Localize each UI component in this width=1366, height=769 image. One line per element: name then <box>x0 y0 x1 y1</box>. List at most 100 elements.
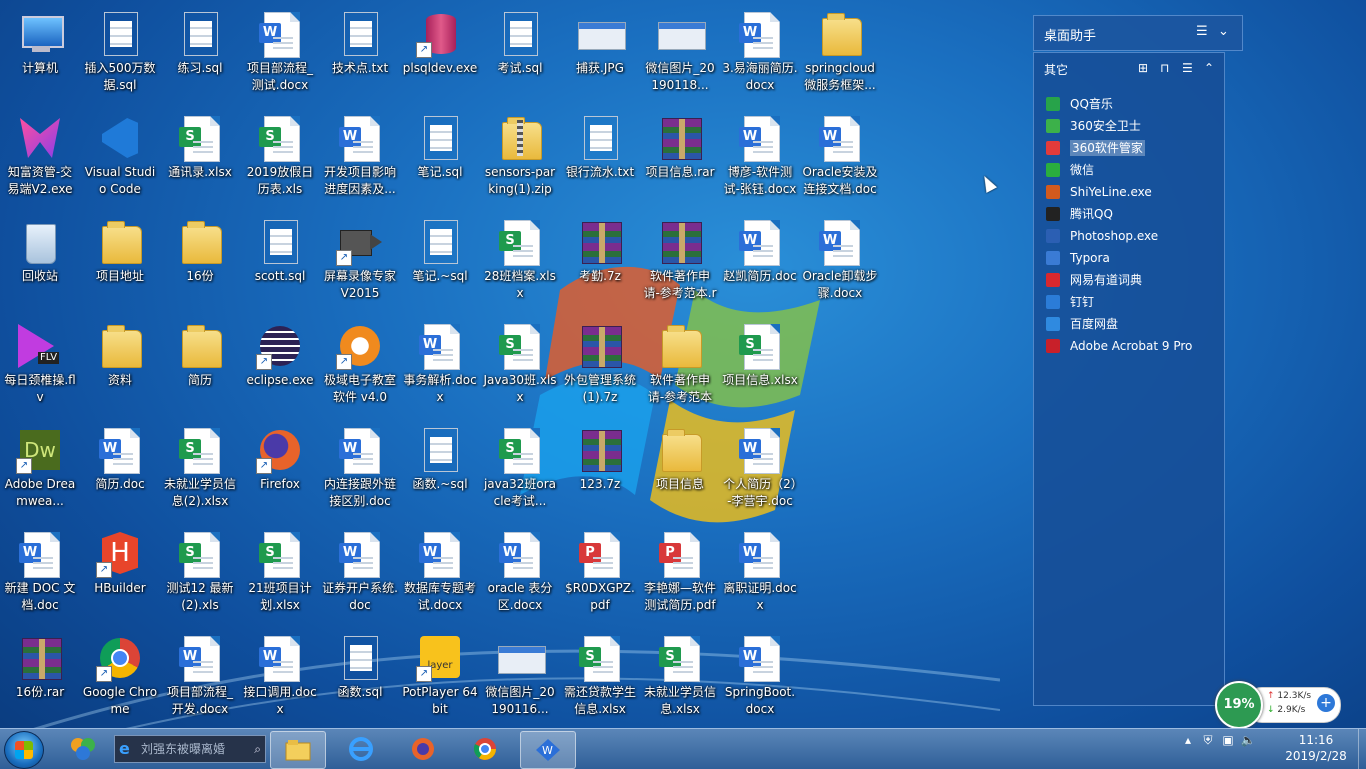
desktop-icon[interactable]: 软件著作申请-参考范本 <box>640 316 720 416</box>
chevron-down-icon[interactable]: ⌄ <box>1218 24 1229 39</box>
app-shortcut-item[interactable]: ShiYeLine.exe <box>1042 181 1218 203</box>
app-shortcut-item[interactable]: 腾讯QQ <box>1042 203 1218 225</box>
desktop-icon[interactable]: 函数.sql <box>320 628 400 728</box>
desktop-icon[interactable]: Visual Studio Code <box>80 108 160 208</box>
desktop-icon[interactable]: S 28班档案.xlsx <box>480 212 560 312</box>
app-shortcut-item[interactable]: 网易有道词典 <box>1042 269 1218 291</box>
desktop-icon[interactable]: 16份.rar <box>0 628 80 728</box>
app-shortcut-item[interactable]: QQ音乐 <box>1042 93 1218 115</box>
app-shortcut-item[interactable]: 微信 <box>1042 159 1218 181</box>
desktop-icon[interactable]: S 项目信息.xlsx <box>720 316 800 416</box>
desktop-icon[interactable]: 项目信息 <box>640 420 720 520</box>
desktop-icon[interactable]: W 内连接跟外链接区别.doc <box>320 420 400 520</box>
desktop-icon[interactable]: 考勤.7z <box>560 212 640 312</box>
desktop-icon[interactable]: 回收站 <box>0 212 80 312</box>
desktop-icon[interactable]: 技术点.txt <box>320 4 400 104</box>
desktop-icon[interactable]: P $R0DXGPZ.pdf <box>560 524 640 624</box>
start-button[interactable] <box>4 731 44 769</box>
app-shortcut-item[interactable]: Photoshop.exe <box>1042 225 1218 247</box>
desktop-icon[interactable]: W 新建 DOC 文档.doc <box>0 524 80 624</box>
desktop-icon[interactable]: 简历 <box>160 316 240 416</box>
desktop-icon[interactable]: 考试.sql <box>480 4 560 104</box>
app-shortcut-item[interactable]: Adobe Acrobat 9 Pro <box>1042 335 1218 357</box>
desktop-icon[interactable]: W Oracle安装及连接文档.doc <box>800 108 880 208</box>
show-hidden-icons[interactable]: ▴ <box>1178 733 1198 747</box>
desktop-icon[interactable]: W 证券开户系统.doc <box>320 524 400 624</box>
desktop-icon[interactable]: 插入500万数据.sql <box>80 4 160 104</box>
search-box[interactable]: e 刘强东被曝离婚 ⌕ <box>114 735 266 763</box>
show-desktop-button[interactable] <box>1358 729 1366 769</box>
desktop-icon[interactable]: Woracle 表分区.docx <box>480 524 560 624</box>
memory-usage-badge[interactable]: 19% <box>1215 681 1263 729</box>
network-speed-meter[interactable]: 19% ↑ 12.3K/s ↓ 2.9K/s + <box>1215 681 1341 729</box>
desktop-icon[interactable]: W 博彦-软件测试-张钰.docx <box>720 108 800 208</box>
desktop-icon[interactable]: S Java30班.xlsx <box>480 316 560 416</box>
desktop-icon[interactable]: S 需还贷款学生信息.xlsx <box>560 628 640 728</box>
desktop-icon[interactable]: W 赵凯简历.doc <box>720 212 800 312</box>
desktop-icon[interactable]: 外包管理系统(1).7z <box>560 316 640 416</box>
desktop-icon[interactable]: Sjava32班oracle考试... <box>480 420 560 520</box>
desktop-icon[interactable]: S 测试12 最新(2).xls <box>160 524 240 624</box>
desktop-icon[interactable]: 资料 <box>80 316 160 416</box>
desktop-icon[interactable]: ↗ Google Chrome <box>80 628 160 728</box>
desktop-icon[interactable]: ↗ plsqldev.exe <box>400 4 480 104</box>
desktop-icon[interactable]: ↗ Firefox <box>240 420 320 520</box>
desktop-icon[interactable]: 项目地址 <box>80 212 160 312</box>
app-shortcut-item[interactable]: 360软件管家 <box>1042 137 1218 159</box>
app-shortcut-item[interactable]: 百度网盘 <box>1042 313 1218 335</box>
desktop-icon[interactable]: W 数据库专题考试.docx <box>400 524 480 624</box>
desktop-icon[interactable]: P 李艳娜—软件测试简历.pdf <box>640 524 720 624</box>
shield-icon[interactable]: ⛨ <box>1198 733 1218 748</box>
desktop-icon[interactable]: scott.sql <box>240 212 320 312</box>
desktop-icon[interactable]: S 21班项目计划.xlsx <box>240 524 320 624</box>
desktop-icon[interactable]: 捕获.JPG <box>560 4 640 104</box>
desktop-icon[interactable]: W 接口调用.docx <box>240 628 320 728</box>
desktop-icon[interactable]: W 开发项目影响进度因素及... <box>320 108 400 208</box>
desktop-icon[interactable]: FLV 每日颈椎操.flv <box>0 316 80 416</box>
desktop-icon[interactable]: springcloud微服务框架... <box>800 4 880 104</box>
desktop-icon[interactable]: H ↗ HBuilder <box>80 524 160 624</box>
desktop-icon[interactable]: 123.7z <box>560 420 640 520</box>
app-shortcut-item[interactable]: Typora <box>1042 247 1218 269</box>
desktop-icon[interactable]: W 离职证明.docx <box>720 524 800 624</box>
clock[interactable]: 11:16 2019/2/28 <box>1276 732 1356 764</box>
volume-icon[interactable]: 🔈 <box>1238 733 1258 747</box>
taskbar-chrome-button[interactable] <box>458 731 512 767</box>
lock-icon[interactable]: ⊓ <box>1160 61 1169 75</box>
desktop-icon[interactable]: W 个人简历（2）-李营宇.doc <box>720 420 800 520</box>
desktop-icon[interactable]: 函数.~sql <box>400 420 480 520</box>
desktop-icon[interactable]: 笔记.~sql <box>400 212 480 312</box>
desktop-icon[interactable]: W 简历.doc <box>80 420 160 520</box>
desktop-helper-header[interactable]: 桌面助手 ☰ ⌄ <box>1033 15 1243 51</box>
desktop-icon[interactable]: W Oracle卸载步骤.docx <box>800 212 880 312</box>
desktop-icon[interactable]: ↗ 屏幕录像专家V2015 <box>320 212 400 312</box>
accelerate-button[interactable]: + <box>1317 694 1335 712</box>
app-shortcut-item[interactable]: 钉钉 <box>1042 291 1218 313</box>
search-icon[interactable]: ⌕ <box>254 736 261 762</box>
desktop-icon[interactable]: 练习.sql <box>160 4 240 104</box>
taskbar-360-icon[interactable] <box>56 731 110 767</box>
desktop-icon[interactable]: 项目信息.rar <box>640 108 720 208</box>
desktop-icon[interactable]: 知富资管-交易端V2.exe <box>0 108 80 208</box>
desktop-icon[interactable]: sensors-parking(1).zip <box>480 108 560 208</box>
taskbar-wps-button[interactable]: W <box>520 731 576 769</box>
desktop-icon[interactable]: 微信图片_20190118... <box>640 4 720 104</box>
taskbar-ie-button[interactable] <box>334 731 388 767</box>
list-view-icon[interactable]: ☰ <box>1182 61 1193 75</box>
desktop-icon[interactable]: 银行流水.txt <box>560 108 640 208</box>
desktop-icon[interactable]: 软件著作申请-参考范本.rar <box>640 212 720 312</box>
chevron-up-icon[interactable]: ⌃ <box>1204 61 1214 75</box>
desktop-icon[interactable]: ↗ eclipse.exe <box>240 316 320 416</box>
menu-icon[interactable]: ☰ <box>1196 24 1208 39</box>
taskbar-firefox-button[interactable] <box>396 731 450 767</box>
desktop-icon[interactable]: S 未就业学员信息.xlsx <box>640 628 720 728</box>
desktop-icon[interactable]: W 项目部流程_开发.docx <box>160 628 240 728</box>
desktop-icon[interactable]: Dw ↗ Adobe Dreamwea... <box>0 420 80 520</box>
desktop-icon[interactable]: ↗ 极域电子教室软件 v4.0 2... <box>320 316 400 416</box>
desktop-icon[interactable]: 计算机 <box>0 4 80 104</box>
grid-view-icon[interactable]: ⊞ <box>1138 61 1148 75</box>
desktop-icon[interactable]: layer ↗ PotPlayer 64 bit <box>400 628 480 728</box>
desktop-icon[interactable]: 笔记.sql <box>400 108 480 208</box>
desktop-icon[interactable]: W 事务解析.docx <box>400 316 480 416</box>
desktop-icon[interactable]: S 2019放假日历表.xls <box>240 108 320 208</box>
